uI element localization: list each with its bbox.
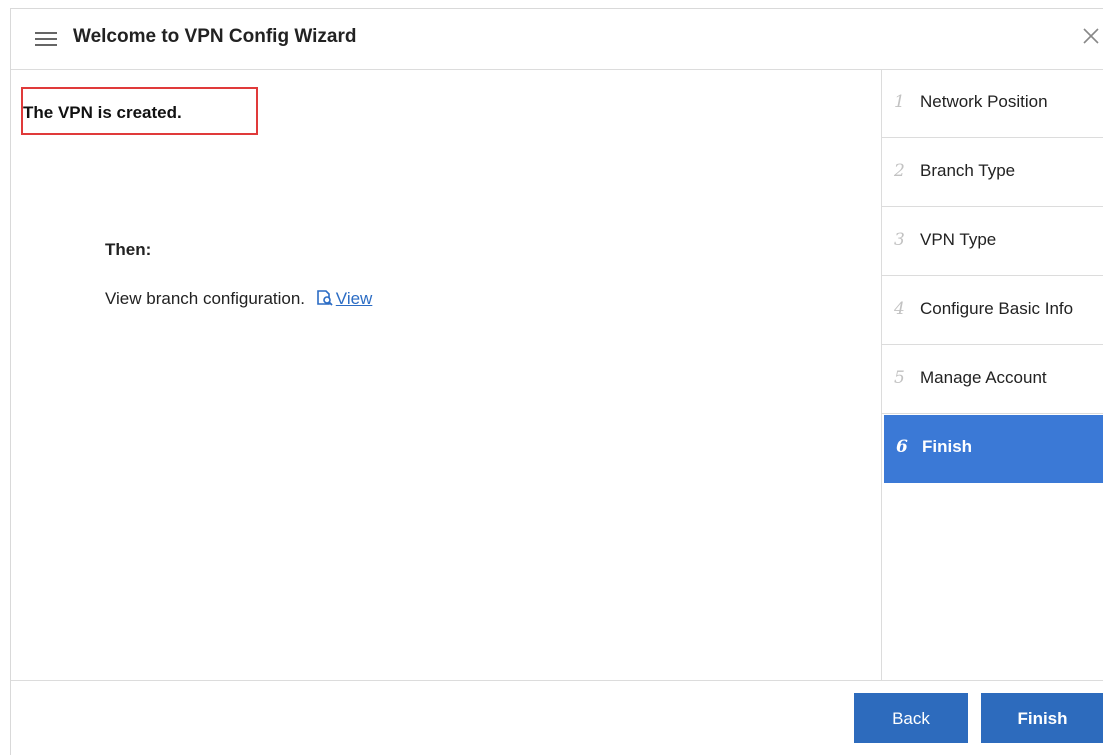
dialog-title: Welcome to VPN Config Wizard <box>73 26 357 47</box>
view-branch-config-line: View branch configuration. View <box>105 289 372 309</box>
dialog-titlebar: Welcome to VPN Config Wizard <box>11 9 1103 70</box>
finish-button[interactable]: Finish <box>981 693 1103 743</box>
view-link[interactable]: View <box>336 289 373 308</box>
then-heading: Then: <box>105 240 152 259</box>
step-number: 1 <box>894 92 905 112</box>
step-branch-type[interactable]: 2 Branch Type <box>882 139 1103 207</box>
wizard-steps-sidebar: 1 Network Position 2 Branch Type 3 VPN T… <box>881 70 1103 680</box>
dialog-footer: Back Finish <box>11 680 1103 756</box>
view-branch-config-text: View branch configuration. <box>105 289 306 308</box>
hamburger-icon[interactable] <box>35 32 57 46</box>
step-number: 2 <box>894 161 905 181</box>
step-label: Finish <box>922 437 973 456</box>
step-configure-basic-info[interactable]: 4 Configure Basic Info <box>882 277 1103 345</box>
step-label: Network Position <box>920 92 1048 111</box>
step-number: 3 <box>894 230 905 250</box>
step-finish[interactable]: 6 Finish <box>884 415 1103 483</box>
step-number: 4 <box>894 299 905 319</box>
step-network-position[interactable]: 1 Network Position <box>882 70 1103 138</box>
step-number: 5 <box>894 368 905 388</box>
step-label: Branch Type <box>920 161 1016 180</box>
step-vpn-type[interactable]: 3 VPN Type <box>882 208 1103 276</box>
step-label: Manage Account <box>920 368 1047 387</box>
wizard-content: The VPN is created. Then: View branch co… <box>11 70 881 680</box>
close-icon[interactable] <box>1081 26 1101 46</box>
step-number: 6 <box>896 437 908 457</box>
status-message: The VPN is created. <box>23 103 182 122</box>
step-label: VPN Type <box>920 230 997 249</box>
step-manage-account[interactable]: 5 Manage Account <box>882 346 1103 414</box>
view-document-icon[interactable] <box>316 290 334 306</box>
vpn-config-wizard-dialog: Welcome to VPN Config Wizard The VPN is … <box>10 8 1103 755</box>
back-button[interactable]: Back <box>854 693 968 743</box>
step-label: Configure Basic Info <box>920 299 1074 318</box>
